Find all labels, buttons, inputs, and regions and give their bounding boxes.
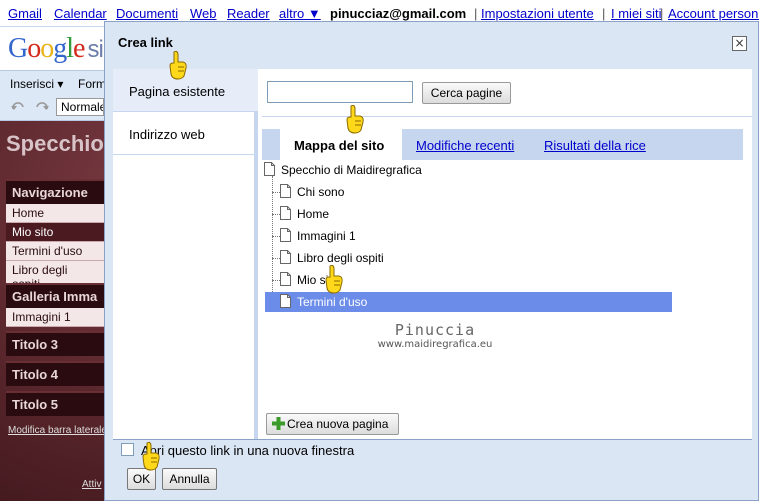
sidebar-navigation: Navigazione Home Mio sito Termini d'uso … — [6, 179, 104, 294]
tree-item[interactable]: Home — [280, 204, 329, 224]
format-menu[interactable]: Form — [78, 77, 106, 91]
tree-line — [272, 258, 280, 259]
cancel-button[interactable]: Annulla — [162, 468, 217, 490]
tree-label: Chi sono — [297, 185, 345, 199]
reader-link[interactable]: Reader — [227, 6, 270, 21]
separator: | — [602, 6, 606, 21]
tree-label: Libro degli ospiti — [297, 251, 384, 265]
watermark-name: Pinuccia — [394, 321, 476, 339]
account-link[interactable]: Account personale — [668, 6, 759, 21]
watermark: Pinuccia www.maidiregrafica.eu — [375, 321, 495, 350]
nav-web-address[interactable]: Indirizzo web — [113, 112, 258, 155]
gmail-link[interactable]: Gmail — [8, 6, 42, 21]
sidebar-title-3: Titolo 3 — [6, 331, 104, 356]
plus-icon — [272, 417, 285, 430]
divider — [113, 439, 752, 440]
tree-label: Specchio di Maidiregrafica — [281, 163, 422, 177]
pointer-hand-icon — [346, 104, 364, 134]
activity-link[interactable]: Attiv — [82, 479, 101, 490]
search-pages-input[interactable] — [267, 81, 413, 103]
pointer-hand-icon — [142, 441, 160, 471]
tree-label: Termini d'uso — [297, 295, 368, 309]
create-new-page-button[interactable]: Crea nuova pagina — [266, 413, 399, 435]
document-icon — [280, 250, 291, 264]
tree-line — [272, 176, 273, 302]
document-icon — [280, 206, 291, 220]
sidebar-title-5: Titolo 5 — [6, 391, 104, 416]
documents-link[interactable]: Documenti — [116, 6, 178, 21]
tab-bar: Mappa del sito Modifiche recenti Risulta… — [262, 129, 743, 160]
more-link[interactable]: altro ▼ — [279, 6, 321, 21]
sidebar-title-4: Titolo 4 — [6, 361, 104, 386]
watermark-url: www.maidiregrafica.eu — [377, 339, 493, 350]
tab-search-results[interactable]: Risultati della rice — [544, 129, 646, 160]
link-type-nav: Pagina esistente Indirizzo web — [113, 69, 258, 439]
create-link-dialog: Crea link × Pagina esistente Indirizzo w… — [104, 21, 759, 501]
tree-item[interactable]: Chi sono — [280, 182, 344, 202]
create-new-page-label: Crea nuova pagina — [287, 417, 389, 431]
tree-line — [272, 236, 280, 237]
sidebar-item-my-site[interactable]: Mio sito — [6, 223, 104, 242]
user-email: pinucciaz@gmail.com — [330, 6, 467, 21]
pointer-hand-icon — [325, 264, 343, 294]
tree-label: Immagini 1 — [297, 229, 356, 243]
search-pages-button[interactable]: Cerca pagine — [422, 82, 511, 104]
edit-sidebar-link[interactable]: Modifica barra laterale — [8, 425, 107, 436]
tree-line — [272, 214, 280, 215]
style-select[interactable]: Normale — [56, 98, 104, 116]
document-icon — [280, 294, 291, 308]
sidebar-gallery: Galleria Imma Immagini 1 — [6, 283, 104, 327]
separator: | — [474, 6, 478, 21]
site-title: Specchio — [6, 131, 104, 156]
settings-link[interactable]: Impostazioni utente — [481, 6, 594, 21]
dialog-body: Pagina esistente Indirizzo web Cerca pag… — [113, 69, 752, 439]
my-sites-link[interactable]: I miei siti — [611, 6, 662, 21]
tree-item-selected[interactable]: Termini d'uso — [265, 292, 672, 312]
document-icon — [280, 272, 291, 286]
new-window-checkbox[interactable] — [121, 443, 134, 456]
tab-recent-changes[interactable]: Modifiche recenti — [416, 129, 514, 160]
new-window-label: Apri questo link in una nuova finestra — [141, 443, 355, 458]
close-icon[interactable]: × — [732, 36, 747, 51]
web-link[interactable]: Web — [190, 6, 217, 21]
calendar-link[interactable]: Calendar — [54, 6, 107, 21]
sidebar-item-images[interactable]: Immagini 1 — [6, 308, 104, 327]
document-icon — [280, 228, 291, 242]
tree-label: Home — [297, 207, 330, 221]
sidebar-item-home[interactable]: Home — [6, 204, 104, 223]
divider — [262, 116, 752, 117]
document-icon — [264, 162, 275, 176]
tab-site-map[interactable]: Mappa del sito — [280, 129, 402, 160]
tree-line — [272, 280, 280, 281]
tree-root[interactable]: Specchio di Maidiregrafica — [264, 160, 422, 180]
undo-redo-icon[interactable] — [10, 101, 50, 115]
sidebar-heading: Navigazione — [6, 179, 104, 204]
google-logo: Google si — [8, 33, 104, 64]
document-icon — [280, 184, 291, 198]
sidebar-heading: Galleria Imma — [6, 283, 104, 308]
tree-line — [272, 192, 280, 193]
insert-menu[interactable]: Inserisci ▾ — [10, 77, 63, 91]
pointer-hand-icon — [169, 50, 187, 80]
tree-item[interactable]: Immagini 1 — [280, 226, 356, 246]
sidebar-item-terms[interactable]: Termini d'uso — [6, 242, 104, 261]
dialog-title: Crea link — [118, 35, 173, 50]
ok-button[interactable]: OK — [127, 468, 156, 490]
separator: | — [660, 6, 664, 21]
